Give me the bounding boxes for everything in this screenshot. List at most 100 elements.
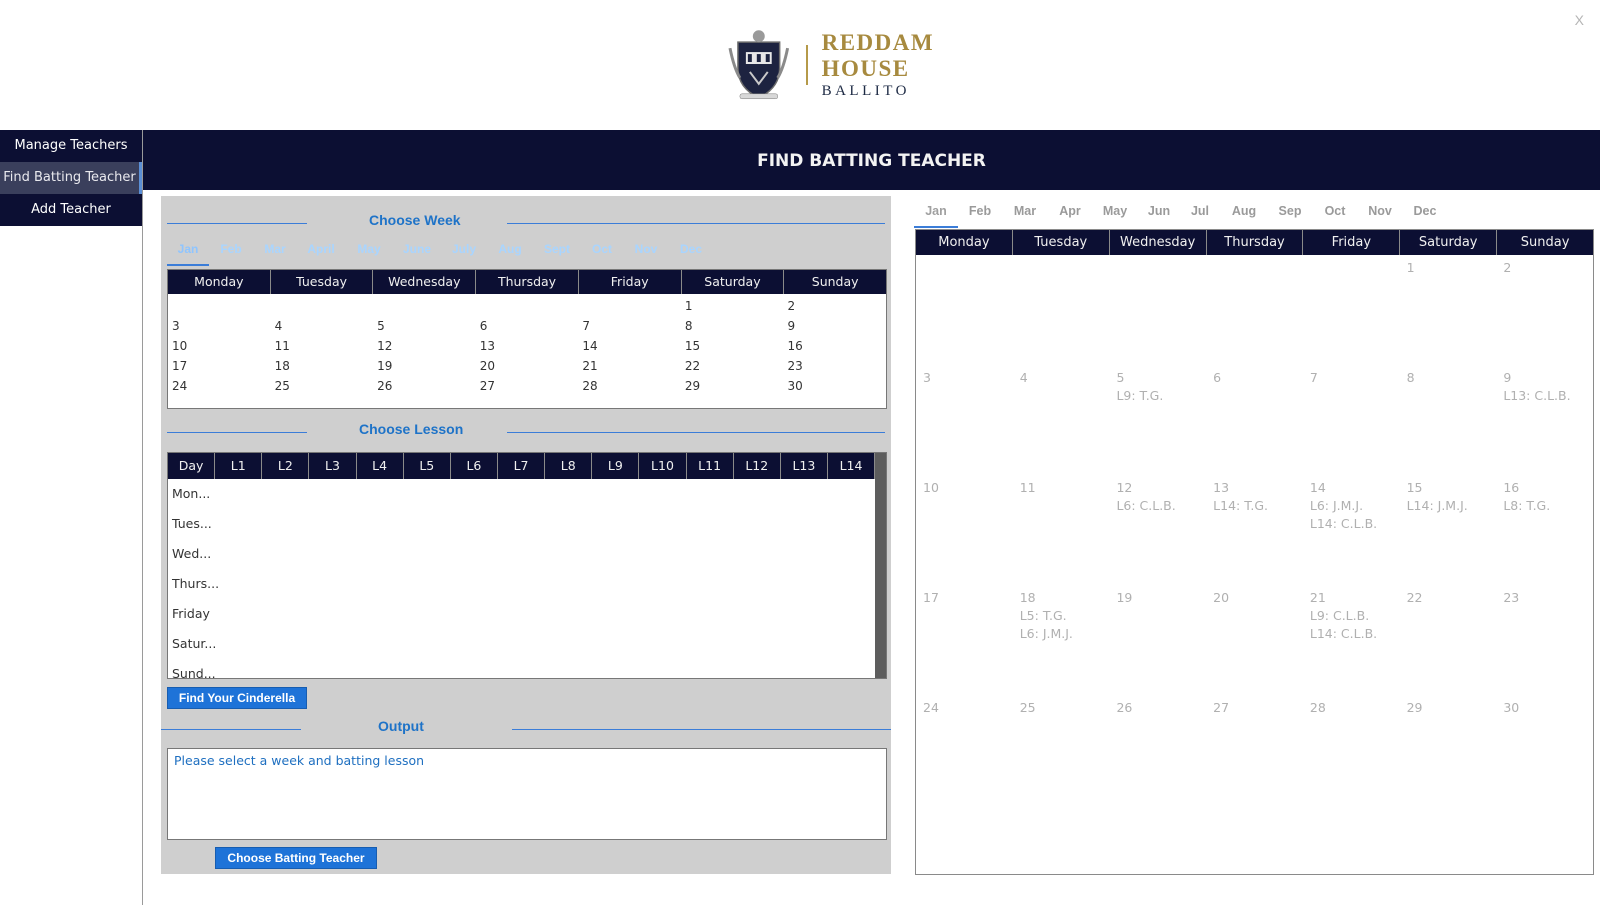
calendar-month-tab-jun[interactable]: Jun [1138, 204, 1180, 228]
calendar-day-cell[interactable]: 9 L13: C.L.B. [1496, 365, 1593, 475]
month-tab-aug[interactable]: Aug [487, 242, 533, 266]
calendar-month-tab-mar[interactable]: Mar [1002, 204, 1048, 228]
calendar-month-tab-jul[interactable]: Jul [1180, 204, 1220, 228]
day-cell[interactable]: 8 [681, 316, 784, 336]
day-cell[interactable]: 13 [476, 336, 579, 356]
month-tab-sept[interactable]: Sept [533, 242, 581, 266]
sidebar-item-add-teacher[interactable]: Add Teacher [0, 194, 142, 226]
calendar-day-cell[interactable]: 1 [1400, 255, 1497, 365]
close-button[interactable]: X [1575, 12, 1584, 28]
find-your-cinderella-button[interactable]: Find Your Cinderella [167, 687, 307, 709]
day-cell[interactable]: 9 [783, 316, 886, 336]
calendar-month-tab-aug[interactable]: Aug [1220, 204, 1268, 228]
day-cell[interactable]: 14 [578, 336, 681, 356]
month-tab-nov[interactable]: Nov [623, 242, 669, 266]
day-cell[interactable]: 17 [168, 356, 271, 376]
calendar-day-cell[interactable]: 12 L6: C.L.B. [1109, 475, 1206, 585]
calendar-day-cell[interactable]: 2 [1496, 255, 1593, 365]
day-cell[interactable]: 23 [783, 356, 886, 376]
calendar-day-cell[interactable] [916, 255, 1013, 365]
calendar-day-cell[interactable]: 3 [916, 365, 1013, 475]
calendar-day-cell[interactable]: 24 [916, 695, 1013, 805]
day-cell[interactable]: 15 [681, 336, 784, 356]
month-tab-june[interactable]: June [393, 242, 441, 266]
day-cell[interactable] [476, 296, 579, 316]
day-cell[interactable]: 25 [271, 376, 374, 396]
day-cell[interactable]: 18 [271, 356, 374, 376]
week-row[interactable]: 10 11 12 13 14 15 16 [168, 336, 886, 356]
lesson-row[interactable]: Thurs... [168, 569, 886, 599]
day-cell[interactable]: 24 [168, 376, 271, 396]
calendar-month-tab-apr[interactable]: Apr [1048, 204, 1092, 228]
calendar-day-cell[interactable]: 8 [1400, 365, 1497, 475]
calendar-month-tab-dec[interactable]: Dec [1402, 204, 1448, 228]
month-tab-april[interactable]: April [297, 242, 345, 266]
day-cell[interactable]: 7 [578, 316, 681, 336]
calendar-day-cell[interactable]: 19 [1109, 585, 1206, 695]
sidebar-item-find-batting-teacher[interactable]: Find Batting Teacher [0, 162, 142, 194]
day-cell[interactable]: 10 [168, 336, 271, 356]
calendar-day-cell[interactable]: 25 [1013, 695, 1110, 805]
day-cell[interactable]: 3 [168, 316, 271, 336]
calendar-day-cell[interactable]: 29 [1400, 695, 1497, 805]
calendar-day-cell[interactable]: 6 [1206, 365, 1303, 475]
calendar-month-tab-feb[interactable]: Feb [958, 204, 1002, 228]
calendar-month-tab-jan[interactable]: Jan [914, 204, 958, 228]
day-cell[interactable]: 26 [373, 376, 476, 396]
calendar-day-cell[interactable]: 26 [1109, 695, 1206, 805]
calendar-day-cell[interactable]: 17 [916, 585, 1013, 695]
day-cell[interactable]: 11 [271, 336, 374, 356]
calendar-month-tab-sep[interactable]: Sep [1268, 204, 1312, 228]
day-cell[interactable]: 22 [681, 356, 784, 376]
lesson-row[interactable]: Sund... [168, 659, 886, 689]
month-tab-july[interactable]: July [441, 242, 487, 266]
month-tab-feb[interactable]: Feb [209, 242, 253, 266]
day-cell[interactable]: 6 [476, 316, 579, 336]
output-text-area[interactable]: Please select a week and batting lesson [167, 748, 887, 840]
day-cell[interactable] [373, 296, 476, 316]
calendar-day-cell[interactable] [1013, 255, 1110, 365]
day-cell[interactable]: 20 [476, 356, 579, 376]
day-cell[interactable]: 27 [476, 376, 579, 396]
calendar-day-cell[interactable]: 21 L9: C.L.B. L14: C.L.B. [1303, 585, 1400, 695]
calendar-day-cell[interactable]: 5 L9: T.G. [1109, 365, 1206, 475]
calendar-month-tab-oct[interactable]: Oct [1312, 204, 1358, 228]
day-cell[interactable]: 12 [373, 336, 476, 356]
calendar-day-cell[interactable]: 18 L5: T.G. L6: J.M.J. [1013, 585, 1110, 695]
calendar-month-tab-nov[interactable]: Nov [1358, 204, 1402, 228]
calendar-day-cell[interactable]: 7 [1303, 365, 1400, 475]
calendar-day-cell[interactable]: 28 [1303, 695, 1400, 805]
week-row[interactable]: 12 [168, 296, 886, 316]
day-cell[interactable]: 1 [681, 296, 784, 316]
day-cell[interactable]: 5 [373, 316, 476, 336]
calendar-day-cell[interactable]: 16 L8: T.G. [1496, 475, 1593, 585]
month-tab-dec[interactable]: Dec [669, 242, 713, 266]
calendar-day-cell[interactable] [1303, 255, 1400, 365]
calendar-day-cell[interactable]: 27 [1206, 695, 1303, 805]
lesson-row[interactable]: Friday [168, 599, 886, 629]
calendar-day-cell[interactable]: 10 [916, 475, 1013, 585]
calendar-day-cell[interactable]: 4 [1013, 365, 1110, 475]
day-cell[interactable] [578, 296, 681, 316]
choose-batting-teacher-button[interactable]: Choose Batting Teacher [215, 847, 377, 869]
lesson-grid-scrollbar[interactable] [875, 453, 886, 678]
month-tab-oct[interactable]: Oct [581, 242, 623, 266]
week-row[interactable]: 3456789 [168, 316, 886, 336]
week-row[interactable]: 17 18 19 20 21 22 23 [168, 356, 886, 376]
month-tab-may[interactable]: May [345, 242, 393, 266]
calendar-day-cell[interactable]: 20 [1206, 585, 1303, 695]
month-tab-jan[interactable]: Jan [167, 242, 209, 266]
calendar-day-cell[interactable]: 23 [1496, 585, 1593, 695]
day-cell[interactable] [271, 296, 374, 316]
calendar-day-cell[interactable]: 14 L6: J.M.J. L14: C.L.B. [1303, 475, 1400, 585]
week-row[interactable]: 24 25 26 27 28 29 30 [168, 376, 886, 396]
sidebar-item-manage-teachers[interactable]: Manage Teachers [0, 130, 142, 162]
day-cell[interactable]: 16 [783, 336, 886, 356]
calendar-day-cell[interactable]: 15 L14: J.M.J. [1400, 475, 1497, 585]
day-cell[interactable]: 29 [681, 376, 784, 396]
calendar-day-cell[interactable]: 13 L14: T.G. [1206, 475, 1303, 585]
calendar-day-cell[interactable]: 30 [1496, 695, 1593, 805]
day-cell[interactable]: 2 [783, 296, 886, 316]
day-cell[interactable]: 19 [373, 356, 476, 376]
lesson-row[interactable]: Tues... [168, 509, 886, 539]
